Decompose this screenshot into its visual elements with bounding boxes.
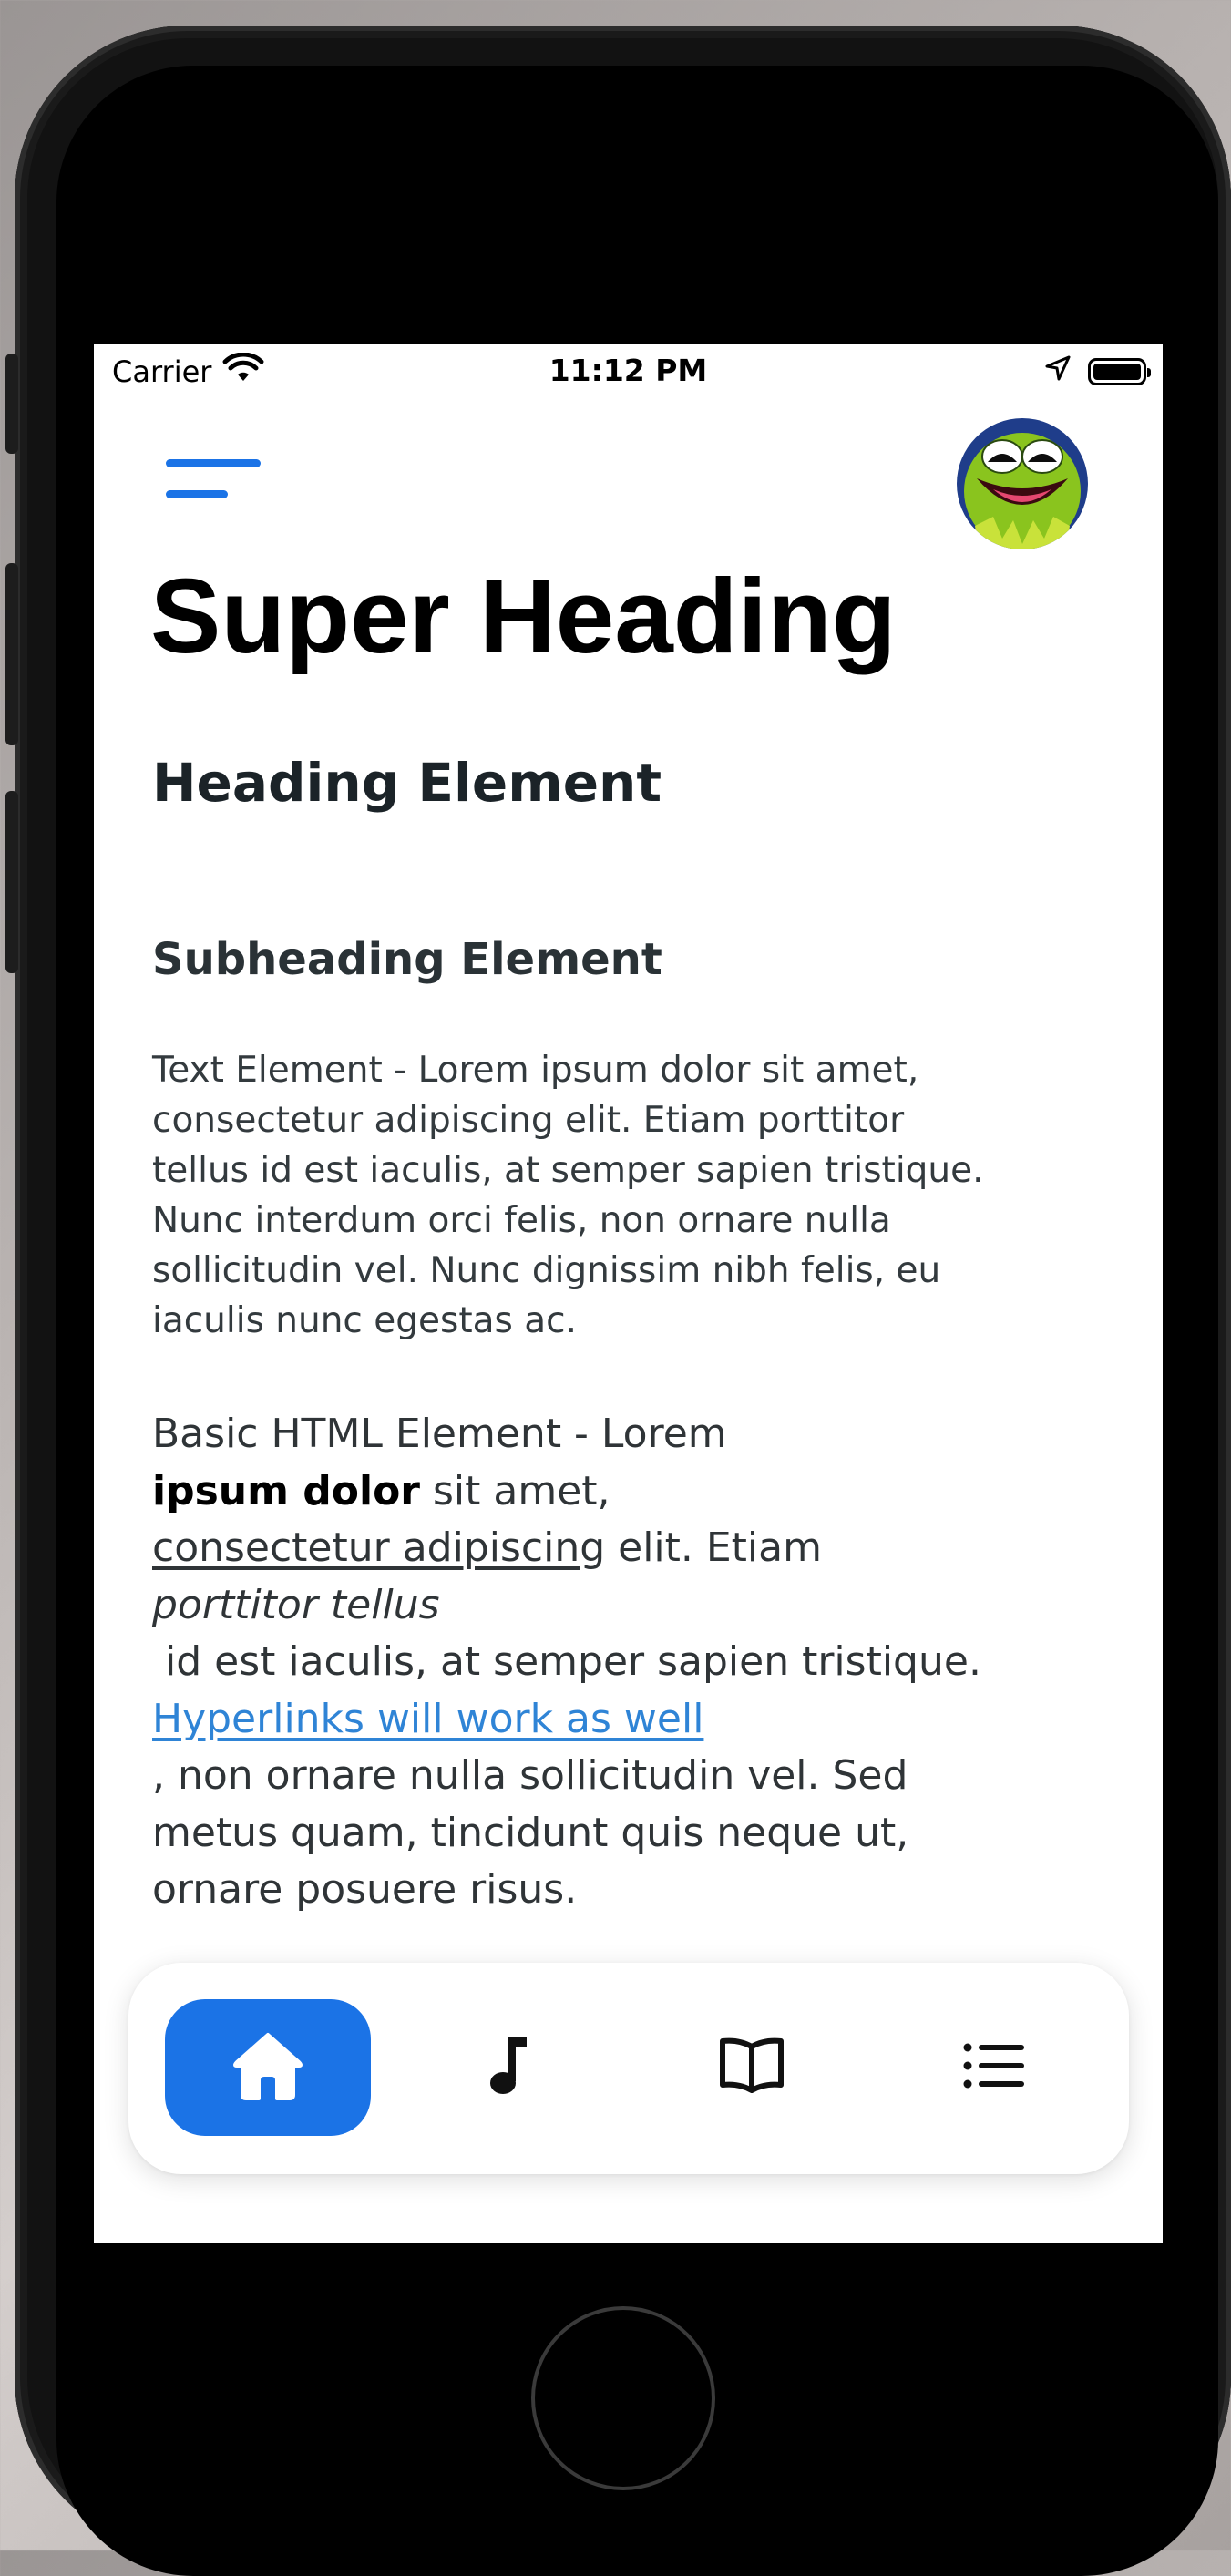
volume-down-button xyxy=(5,791,18,973)
tab-home[interactable] xyxy=(165,1999,371,2136)
tab-list[interactable] xyxy=(891,1999,1097,2136)
home-icon xyxy=(230,2029,306,2106)
html-line: ipsum dolor sit amet, xyxy=(152,1463,1082,1521)
book-icon xyxy=(717,2036,786,2099)
status-indicators xyxy=(1044,354,1151,389)
status-bar: Carrier 11:12 PM xyxy=(94,344,1163,398)
html-line: metus quam, tincidunt quis neque ut, xyxy=(152,1809,909,1856)
text-element: Text Element - Lorem ipsum dolor sit ame… xyxy=(152,1045,1082,1346)
hyperlink[interactable]: Hyperlinks will work as well xyxy=(152,1696,703,1742)
status-time: 11:12 PM xyxy=(549,353,708,388)
text-line: sollicitudin vel. Nunc dignissim nibh fe… xyxy=(152,1250,941,1291)
html-line: , non ornare nulla sollicitudin vel. Sed xyxy=(152,1752,908,1799)
html-element: Basic HTML Element - Lorem ipsum dolor s… xyxy=(152,1406,1082,1919)
list-icon xyxy=(962,2040,1026,2095)
hamburger-menu-icon[interactable] xyxy=(166,459,266,503)
html-text: sit amet, xyxy=(420,1467,610,1514)
heading-element: Heading Element xyxy=(152,752,662,814)
tab-book[interactable] xyxy=(649,1999,855,2136)
text-line: tellus id est iaculis, at semper sapien … xyxy=(152,1150,984,1191)
html-line: Hyperlinks will work as well xyxy=(152,1691,1082,1749)
battery-icon xyxy=(1088,358,1151,385)
location-arrow-icon xyxy=(1044,354,1072,389)
text-line: consectetur adipiscing elit. Etiam portt… xyxy=(152,1100,905,1141)
html-line: porttitor tellus xyxy=(152,1577,1082,1635)
music-note-icon xyxy=(487,2034,532,2101)
html-text: g elit. Etiam xyxy=(580,1524,822,1571)
text-line: Text Element - Lorem ipsum dolor sit ame… xyxy=(152,1050,919,1091)
super-heading: Super Heading xyxy=(150,557,897,675)
bottom-tab-bar xyxy=(128,1963,1129,2174)
text-line: iaculis nunc egestas ac. xyxy=(152,1300,577,1341)
tab-music[interactable] xyxy=(406,1999,612,2136)
subheading-element: Subheading Element xyxy=(152,934,662,985)
italic-text: porttitor tellus xyxy=(152,1581,440,1628)
ringer-switch xyxy=(5,354,18,454)
text-line: Nunc interdum orci felis, non ornare nul… xyxy=(152,1200,891,1241)
html-line: Basic HTML Element - Lorem xyxy=(152,1411,727,1457)
home-button[interactable] xyxy=(531,2306,715,2490)
kermit-avatar[interactable] xyxy=(957,418,1088,549)
underlined-text: consectetur adipiscin xyxy=(152,1524,580,1571)
app-screen: Carrier 11:12 PM Super Heading Heading E… xyxy=(94,344,1163,2243)
bold-text: ipsum dolor xyxy=(152,1467,420,1514)
html-line: consectetur adipiscing elit. Etiam xyxy=(152,1520,1082,1577)
html-line: id est iaculis, at semper sapien tristiq… xyxy=(152,1638,981,1685)
html-line: ornare posuere risus. xyxy=(152,1866,578,1913)
volume-up-button xyxy=(5,563,18,745)
